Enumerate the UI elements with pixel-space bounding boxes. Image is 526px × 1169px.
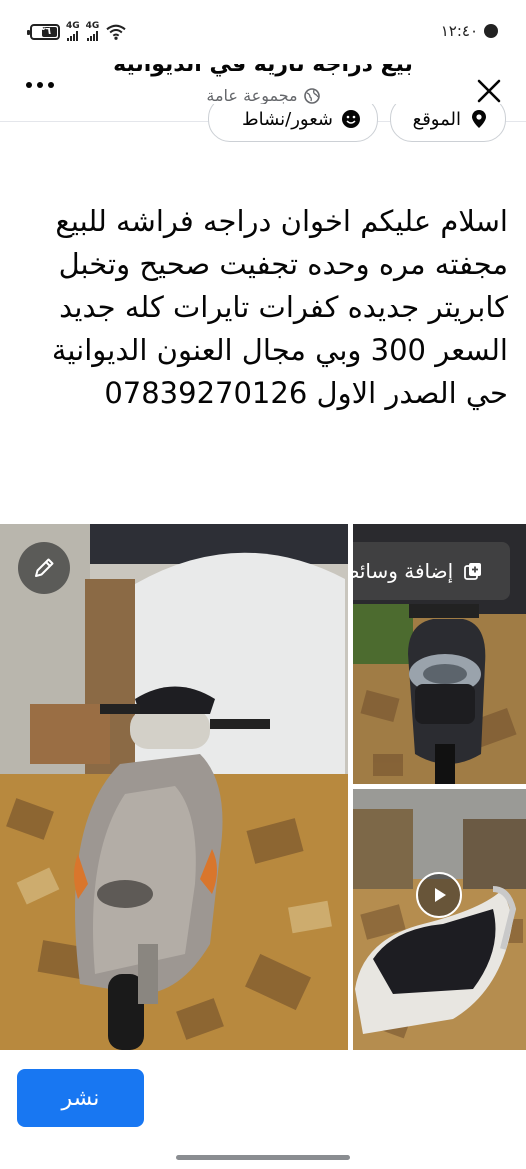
network-type: 4G [85,21,100,31]
network-type: 4G [66,21,80,31]
header-title: بيع دراجة نارية في الديوانية [96,64,430,82]
pencil-icon [35,558,54,577]
scooter-photo-rear[interactable]: إضافة وسائط [353,524,526,784]
battery-level: ٣٦ [38,26,52,37]
location-chip[interactable]: الموقع [390,104,506,142]
add-photo-icon [464,563,482,580]
location-pin-icon [472,110,486,128]
post-text-input[interactable]: اسلام عليكم اخوان دراجه فراشه للبيع مجفت… [20,200,508,415]
status-indicators: ٣٦ 4G 4G [27,21,127,41]
post-text-line: اسلام عليكم اخوان دراجه فراشه للبيع [55,204,508,238]
status-time-area: ١٢:٤٠ [441,22,498,40]
play-video-button[interactable] [416,872,462,918]
audience-label: مجموعة عامة [206,86,298,105]
globe-icon [303,87,320,104]
post-text-line: مجفته مره وحده تجفيت صحيح وتخبل [58,247,508,281]
play-icon [435,888,446,902]
post-options-chips: الموقع شعور/نشاط [0,104,526,154]
smiley-icon [342,110,360,128]
post-text-line: كابريتر جديده كفرات تايرات كله جديد [59,290,508,324]
post-text-line: السعر 300 وبي مجال العنون الديوانية [51,333,508,367]
signal-icon: 4G [66,22,80,41]
home-indicator[interactable] [176,1155,350,1160]
feeling-chip[interactable]: شعور/نشاط [208,104,378,142]
audience-selector[interactable]: مجموعة عامة [0,86,526,105]
header-title-text: بيع دراجة نارية في الديوانية [113,64,413,77]
wifi-icon [106,24,126,40]
publish-button[interactable]: نشر [17,1069,144,1127]
add-media-label: إضافة وسائط [353,559,454,583]
battery-icon: ٣٦ [27,23,60,40]
status-bar: ٣٦ 4G 4G ١٢:٤٠ [0,0,526,62]
post-composer-screen: ٣٦ 4G 4G ١٢:٤٠ بيع دراجة نارية في الديوا… [0,0,526,1169]
add-media-button[interactable]: إضافة وسائط [353,542,510,600]
location-chip-label: الموقع [412,108,461,130]
scooter-photo-main[interactable] [0,524,348,1050]
feeling-chip-label: شعور/نشاط [241,108,333,130]
close-icon[interactable] [474,76,504,106]
post-text-line: حي الصدر الاول 07839270126 [104,376,508,410]
signal-icon: 4G [85,21,100,41]
scooter-video-thumbnail[interactable] [353,789,526,1050]
edit-media-button[interactable] [18,542,70,594]
media-grid: إضافة وسائط [0,524,526,1050]
messenger-icon [484,24,498,38]
clock: ١٢:٤٠ [440,22,478,40]
